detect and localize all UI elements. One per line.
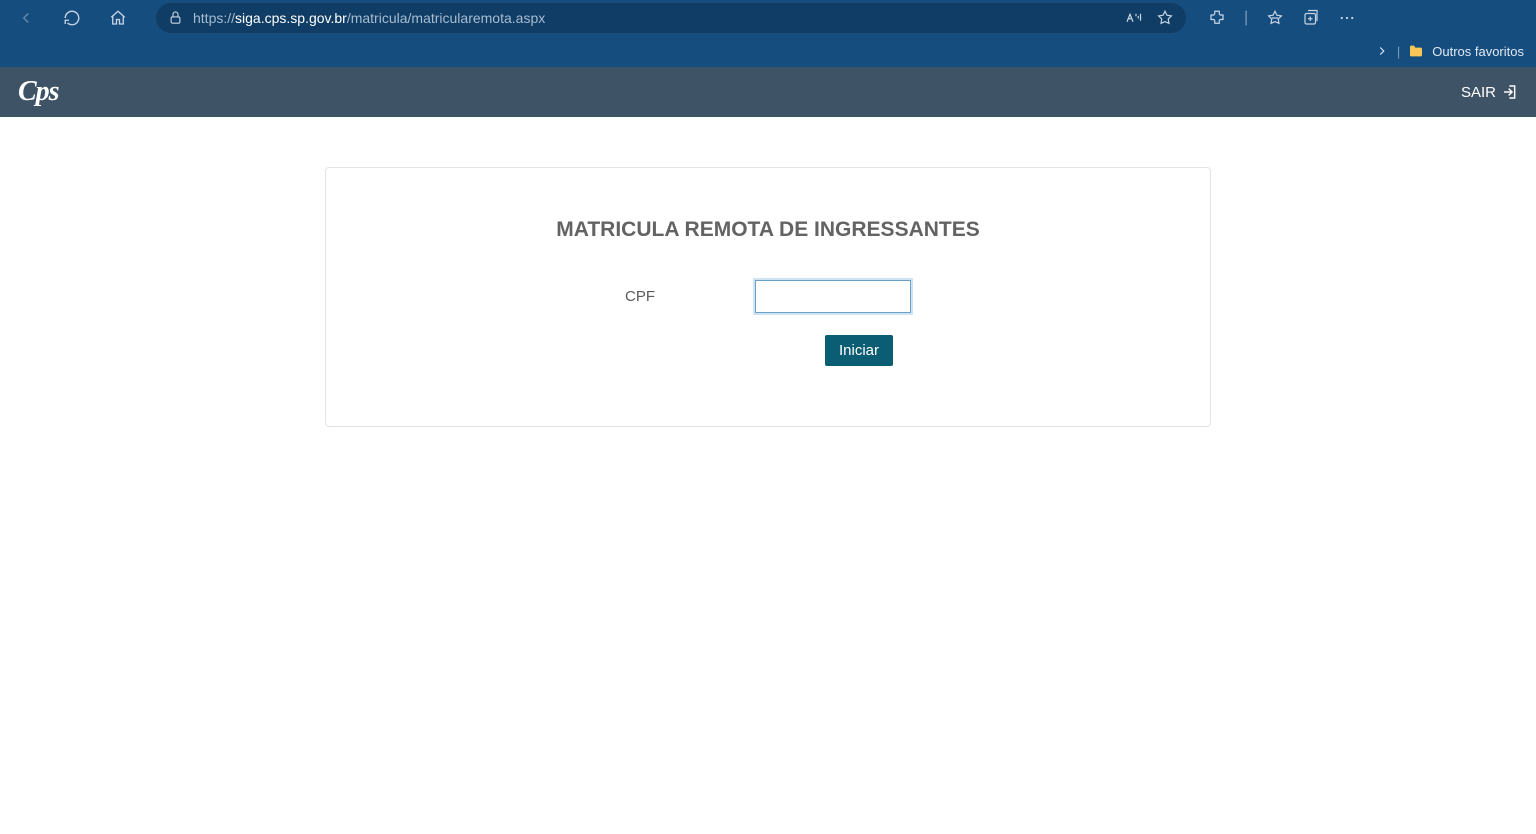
logout-icon bbox=[1502, 84, 1518, 100]
menu-icon[interactable] bbox=[1338, 9, 1356, 27]
back-button[interactable] bbox=[10, 2, 42, 34]
other-favorites-link[interactable]: Outros favoritos bbox=[1432, 44, 1524, 59]
logout-label: SAIR bbox=[1461, 84, 1496, 101]
form-card: MATRICULA REMOTA DE INGRESSANTES CPF Ini… bbox=[325, 167, 1211, 427]
cpf-row: CPF bbox=[366, 280, 1170, 313]
iniciar-button[interactable]: Iniciar bbox=[825, 335, 893, 366]
toolbar-divider: | bbox=[1244, 9, 1248, 27]
read-aloud-icon[interactable] bbox=[1124, 9, 1142, 27]
app-logo[interactable]: Cps bbox=[18, 76, 59, 108]
home-button[interactable] bbox=[102, 2, 134, 34]
folder-icon bbox=[1408, 43, 1424, 59]
button-row: Iniciar bbox=[366, 335, 1170, 366]
refresh-button[interactable] bbox=[56, 2, 88, 34]
cpf-label: CPF bbox=[625, 288, 665, 305]
favorites-icon[interactable] bbox=[1266, 9, 1284, 27]
address-bar[interactable]: https://siga.cps.sp.gov.br/matricula/mat… bbox=[156, 3, 1186, 33]
favorites-divider: | bbox=[1397, 44, 1400, 59]
favorite-star-icon[interactable] bbox=[1156, 9, 1174, 27]
extensions-icon[interactable] bbox=[1208, 9, 1226, 27]
url-text: https://siga.cps.sp.gov.br/matricula/mat… bbox=[193, 10, 1114, 26]
favorites-bar: | Outros favoritos bbox=[0, 35, 1536, 67]
logout-button[interactable]: SAIR bbox=[1461, 84, 1518, 101]
main-content: MATRICULA REMOTA DE INGRESSANTES CPF Ini… bbox=[0, 117, 1536, 477]
browser-toolbar: https://siga.cps.sp.gov.br/matricula/mat… bbox=[0, 0, 1536, 35]
page-title: MATRICULA REMOTA DE INGRESSANTES bbox=[366, 218, 1170, 242]
browser-chrome: https://siga.cps.sp.gov.br/matricula/mat… bbox=[0, 0, 1536, 67]
lock-icon bbox=[168, 10, 183, 25]
chevron-right-icon[interactable] bbox=[1375, 44, 1389, 58]
collections-icon[interactable] bbox=[1302, 9, 1320, 27]
cpf-input[interactable] bbox=[755, 280, 911, 313]
app-header: Cps SAIR bbox=[0, 67, 1536, 117]
